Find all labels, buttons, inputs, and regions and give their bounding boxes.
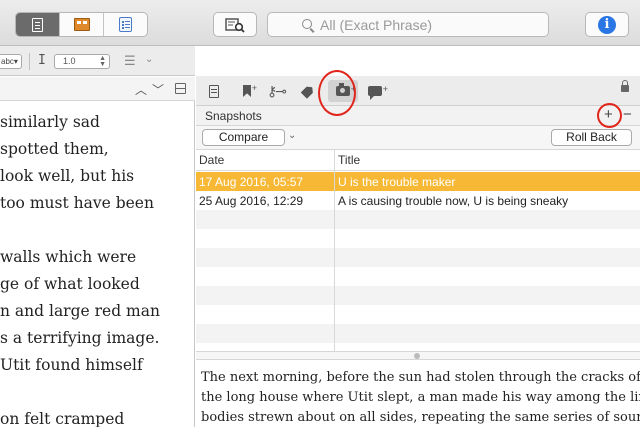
editor-line: spotted them, [0,140,109,158]
editor-line: Utit found himself [0,356,143,374]
format-divider [29,53,30,70]
list-style-icon[interactable]: ☰ [124,53,136,69]
plus-icon: + [251,83,257,93]
snapshots-title: Snapshots [205,109,262,123]
snapshot-text-line: The next morning, before the sun had sto… [201,370,640,385]
search-field[interactable]: All (Exact Phrase) [267,12,549,37]
snapshots-header: Snapshots + − [196,106,640,126]
style-select-value: abc [1,57,14,66]
info-icon: i [598,15,616,34]
editor-line: walls which were [0,248,137,266]
notes-icon [209,84,219,98]
add-snapshot-button[interactable]: + [604,106,613,123]
table-row-empty [196,286,640,305]
snapshot-text-line: bodies strewn about on all sides, repeat… [201,410,640,425]
chevron-down-icon[interactable]: ⌄ [145,54,153,65]
outliner-icon [119,17,132,32]
column-divider[interactable] [334,150,335,351]
snapshot-split-handle[interactable] [196,351,640,360]
search-placeholder: All (Exact Phrase) [320,16,433,33]
chevron-up-icon[interactable]: ︿ [135,81,147,98]
snapshot-text-preview[interactable]: The next morning, before the sun had sto… [196,360,640,427]
table-row-empty [196,324,640,343]
snapshot-date: 25 Aug 2016, 12:29 [199,194,304,208]
compare-button[interactable]: Compare [202,129,285,146]
lock-icon[interactable] [621,80,629,92]
style-select[interactable]: abc▾ [0,54,22,69]
key-icon: ⚷⊸ [267,82,287,99]
table-row-empty [196,305,640,324]
line-spacing-stepper-icon[interactable]: ▲ ▼ [99,55,106,68]
snapshot-title: U is the trouble maker [338,175,456,189]
editor-line: s a terrifying image. [0,329,160,347]
corkboard-view-button[interactable] [60,13,104,36]
editor-line: similarly sad [0,113,100,131]
scrivenings-view-button[interactable] [16,13,60,36]
inspector-tab-bar: + ⚷⊸ + + [196,76,640,106]
column-header-title[interactable]: Title [338,153,360,167]
comment-icon [368,86,382,100]
line-spacing-icon: I [38,53,46,68]
snapshot-title: A is causing trouble now, U is being sne… [338,194,569,208]
tag-icon [301,84,316,99]
line-spacing-value: 1.0 [63,56,76,66]
editor-line: on felt cramped [0,410,125,427]
table-row[interactable]: 25 Aug 2016, 12:29 A is causing trouble … [196,191,640,210]
table-row[interactable]: 17 Aug 2016, 05:57 U is the trouble make… [196,172,640,191]
table-row-empty [196,229,640,248]
plus-icon: + [382,84,388,94]
search-icon [302,19,312,29]
editor-line: ge of what looked [0,275,140,293]
column-header-date[interactable]: Date [199,153,224,167]
tab-snapshots[interactable]: + [328,80,358,102]
main-toolbar: All (Exact Phrase) i [0,0,640,46]
editor-header: ︿ ﹀ [0,77,195,101]
editor-line: look well, but his [0,167,135,185]
inspector-toggle-button[interactable]: i [585,12,629,37]
tab-keywords[interactable] [297,80,319,102]
roll-back-button[interactable]: Roll Back [551,129,632,146]
snapshot-toolbar: Compare ⌄ Roll Back [196,126,640,150]
snapshot-date: 17 Aug 2016, 05:57 [199,175,304,189]
table-row-empty [196,210,640,229]
editor-line: too must have been [0,194,154,212]
corkboard-icon [73,18,90,31]
outliner-view-button[interactable] [104,13,147,36]
remove-snapshot-button[interactable]: − [623,106,632,123]
quick-reference-button[interactable] [213,12,257,37]
table-row-empty [196,267,640,286]
snapshot-text-line: the long house where Utit slept, a man m… [201,390,640,405]
drag-handle-icon [414,353,420,359]
view-mode-segmented-control [15,12,148,37]
quick-reference-icon [225,17,245,33]
table-row-empty [196,248,640,267]
bookmark-icon [243,85,251,97]
snapshot-table-header: Date Title [196,150,640,171]
chevron-down-icon[interactable]: ⌄ [288,130,296,141]
tab-metadata[interactable]: ⚷⊸ [264,80,288,102]
editor-text[interactable]: similarly sad spotted them, look well, b… [0,101,195,427]
line-spacing-field[interactable]: 1.0 ▲ ▼ [54,54,110,69]
camera-icon [336,83,350,96]
tab-bookmarks[interactable]: + [236,80,258,102]
chevron-down-icon[interactable]: ﹀ [152,81,164,98]
tab-comments[interactable]: + [363,80,388,102]
plus-icon: + [350,84,356,94]
document-icon [32,17,43,32]
editor-line: n and large red man [0,302,160,320]
split-editor-icon[interactable] [175,83,186,94]
format-bar: abc▾ I 1.0 ▲ ▼ ☰ ⌄ [0,46,195,76]
tab-notes[interactable] [204,80,224,102]
